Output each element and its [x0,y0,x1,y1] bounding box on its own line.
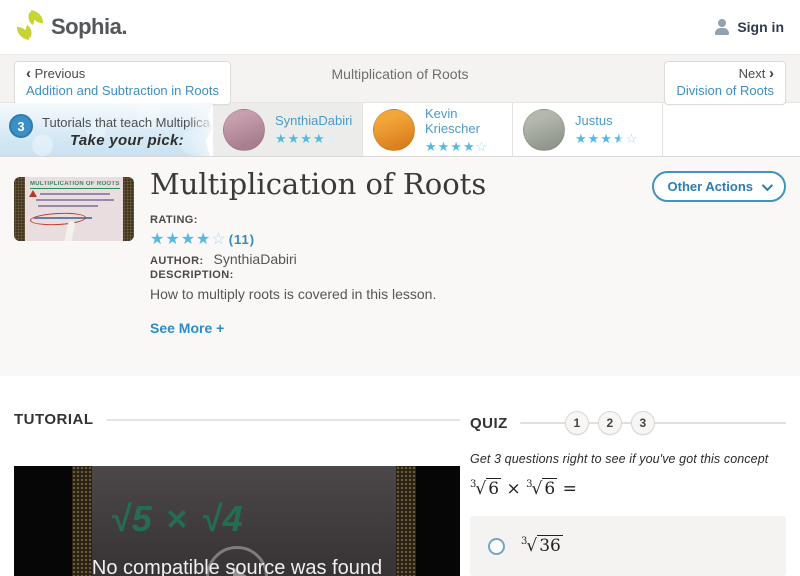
tutorial-picker-strip: 3 Tutorials that teach Multiplicatio Tak… [0,103,800,157]
logo-wordmark: Sophia. [51,14,127,40]
other-actions-button[interactable]: Other Actions [652,171,786,202]
tutor-rating-stars: ★★★★☆ [575,132,638,146]
lesson-navbar: Multiplication of Roots ‹ Previous Addit… [0,55,800,103]
quiz-step-2[interactable]: 2 [598,411,622,435]
sign-in-label: Sign in [737,19,784,35]
tutor-card-synthiadabiri[interactable]: SynthiaDabiri ★★★★★ [213,103,363,156]
video-board-math: √5 × √4 [110,498,245,540]
tutorial-heading: TUTORIAL [14,411,94,428]
page-title: Multiplication of Roots [150,167,486,201]
chevron-right-icon: › [769,65,774,82]
previous-lesson-link[interactable]: Addition and Subtraction in Roots [26,82,219,99]
radical-sign: √ [526,536,537,556]
quiz-question: 3√6 × 3√6 = [470,479,786,499]
picker-label-fade [187,103,213,156]
picker-tagline: Take your pick: [70,132,184,149]
quiz-heading: QUIZ [470,415,508,432]
rating-count[interactable]: (11) [229,232,255,247]
see-more-link[interactable]: See More + [150,320,224,336]
description-label: DESCRIPTION: [150,269,436,281]
author-label: AUTHOR: [150,255,204,267]
tutorial-column: TUTORIAL √5 × √4 No compatible source wa… [14,411,460,576]
previous-label: Previous [35,66,86,81]
answer-option-label: 3√36 [521,536,563,556]
next-lesson-button[interactable]: Next › Division of Roots [664,61,786,105]
video-player[interactable]: √5 × √4 No compatible source was found [14,466,460,576]
lesson-thumbnail[interactable]: Multiplication of Roots [14,177,134,241]
quiz-steps: 1 2 3 [520,411,786,435]
quiz-answer-option[interactable]: 3√36 [470,516,786,576]
quiz-column: QUIZ 1 2 3 Get 3 questions right to see … [470,411,786,576]
tutor-name[interactable]: Justus [575,113,638,128]
rating-block: RATING: ★★★★☆ (11) [150,214,255,249]
tutorial-heading-rule [106,419,460,421]
person-icon [714,19,730,35]
quiz-step-3[interactable]: 3 [631,411,655,435]
sign-in-button[interactable]: Sign in [714,19,784,35]
rating-label: RATING: [150,214,255,226]
picker-intro: 3 Tutorials that teach Multiplicatio Tak… [0,103,213,156]
lesson-summary-section: Multiplication of Roots Multiplication o… [0,157,800,376]
tutor-card-kevin-kriescher[interactable]: Kevin Kriescher ★★★★☆ [363,103,513,156]
thumbnail-warn-triangle [29,190,37,197]
previous-lesson-button[interactable]: ‹ Previous Addition and Subtraction in R… [14,61,231,105]
sophia-logo[interactable]: Sophia. [16,9,127,46]
radical-sign: √ [531,479,542,499]
next-lesson-link[interactable]: Division of Roots [676,82,774,99]
tutor-name[interactable]: Kevin Kriescher [425,106,504,136]
description-block: DESCRIPTION: How to multiply roots is co… [150,269,436,302]
tutor-card-justus[interactable]: Justus ★★★★☆ [513,103,663,156]
avatar-justus [523,109,565,151]
author-name: SynthiaDabiri [214,251,297,267]
tutorial-count-badge: 3 [9,114,33,138]
description-text: How to multiply roots is covered in this… [150,286,436,302]
sophia-leaf-icon [16,9,44,46]
tutor-rating-stars: ★★★★★ [275,132,352,146]
tutor-name[interactable]: SynthiaDabiri [275,113,352,128]
top-header: Sophia. Sign in [0,0,800,55]
thumbnail-board-title: Multiplication of Roots [30,181,120,189]
lesson-rating-stars: ★★★★☆ (11) [150,229,255,249]
quiz-instruction: Get 3 questions right to see if you've g… [470,452,786,466]
author-block: AUTHOR: SynthiaDabiri [150,251,297,267]
thumbnail-red-circle [30,212,87,227]
quiz-step-1[interactable]: 1 [565,411,589,435]
lower-content: TUTORIAL √5 × √4 No compatible source wa… [0,376,800,576]
radio-button[interactable] [488,538,505,555]
avatar-kevin-kriescher [373,109,415,151]
chevron-left-icon: ‹ [26,65,31,82]
chevron-down-icon [762,179,773,190]
avatar-synthiadabiri [223,109,265,151]
next-label: Next [739,66,766,81]
other-actions-label: Other Actions [668,179,753,194]
video-error-text: No compatible source was found [14,557,460,576]
radical-sign: √ [475,479,486,499]
tutor-rating-stars: ★★★★☆ [425,140,504,154]
